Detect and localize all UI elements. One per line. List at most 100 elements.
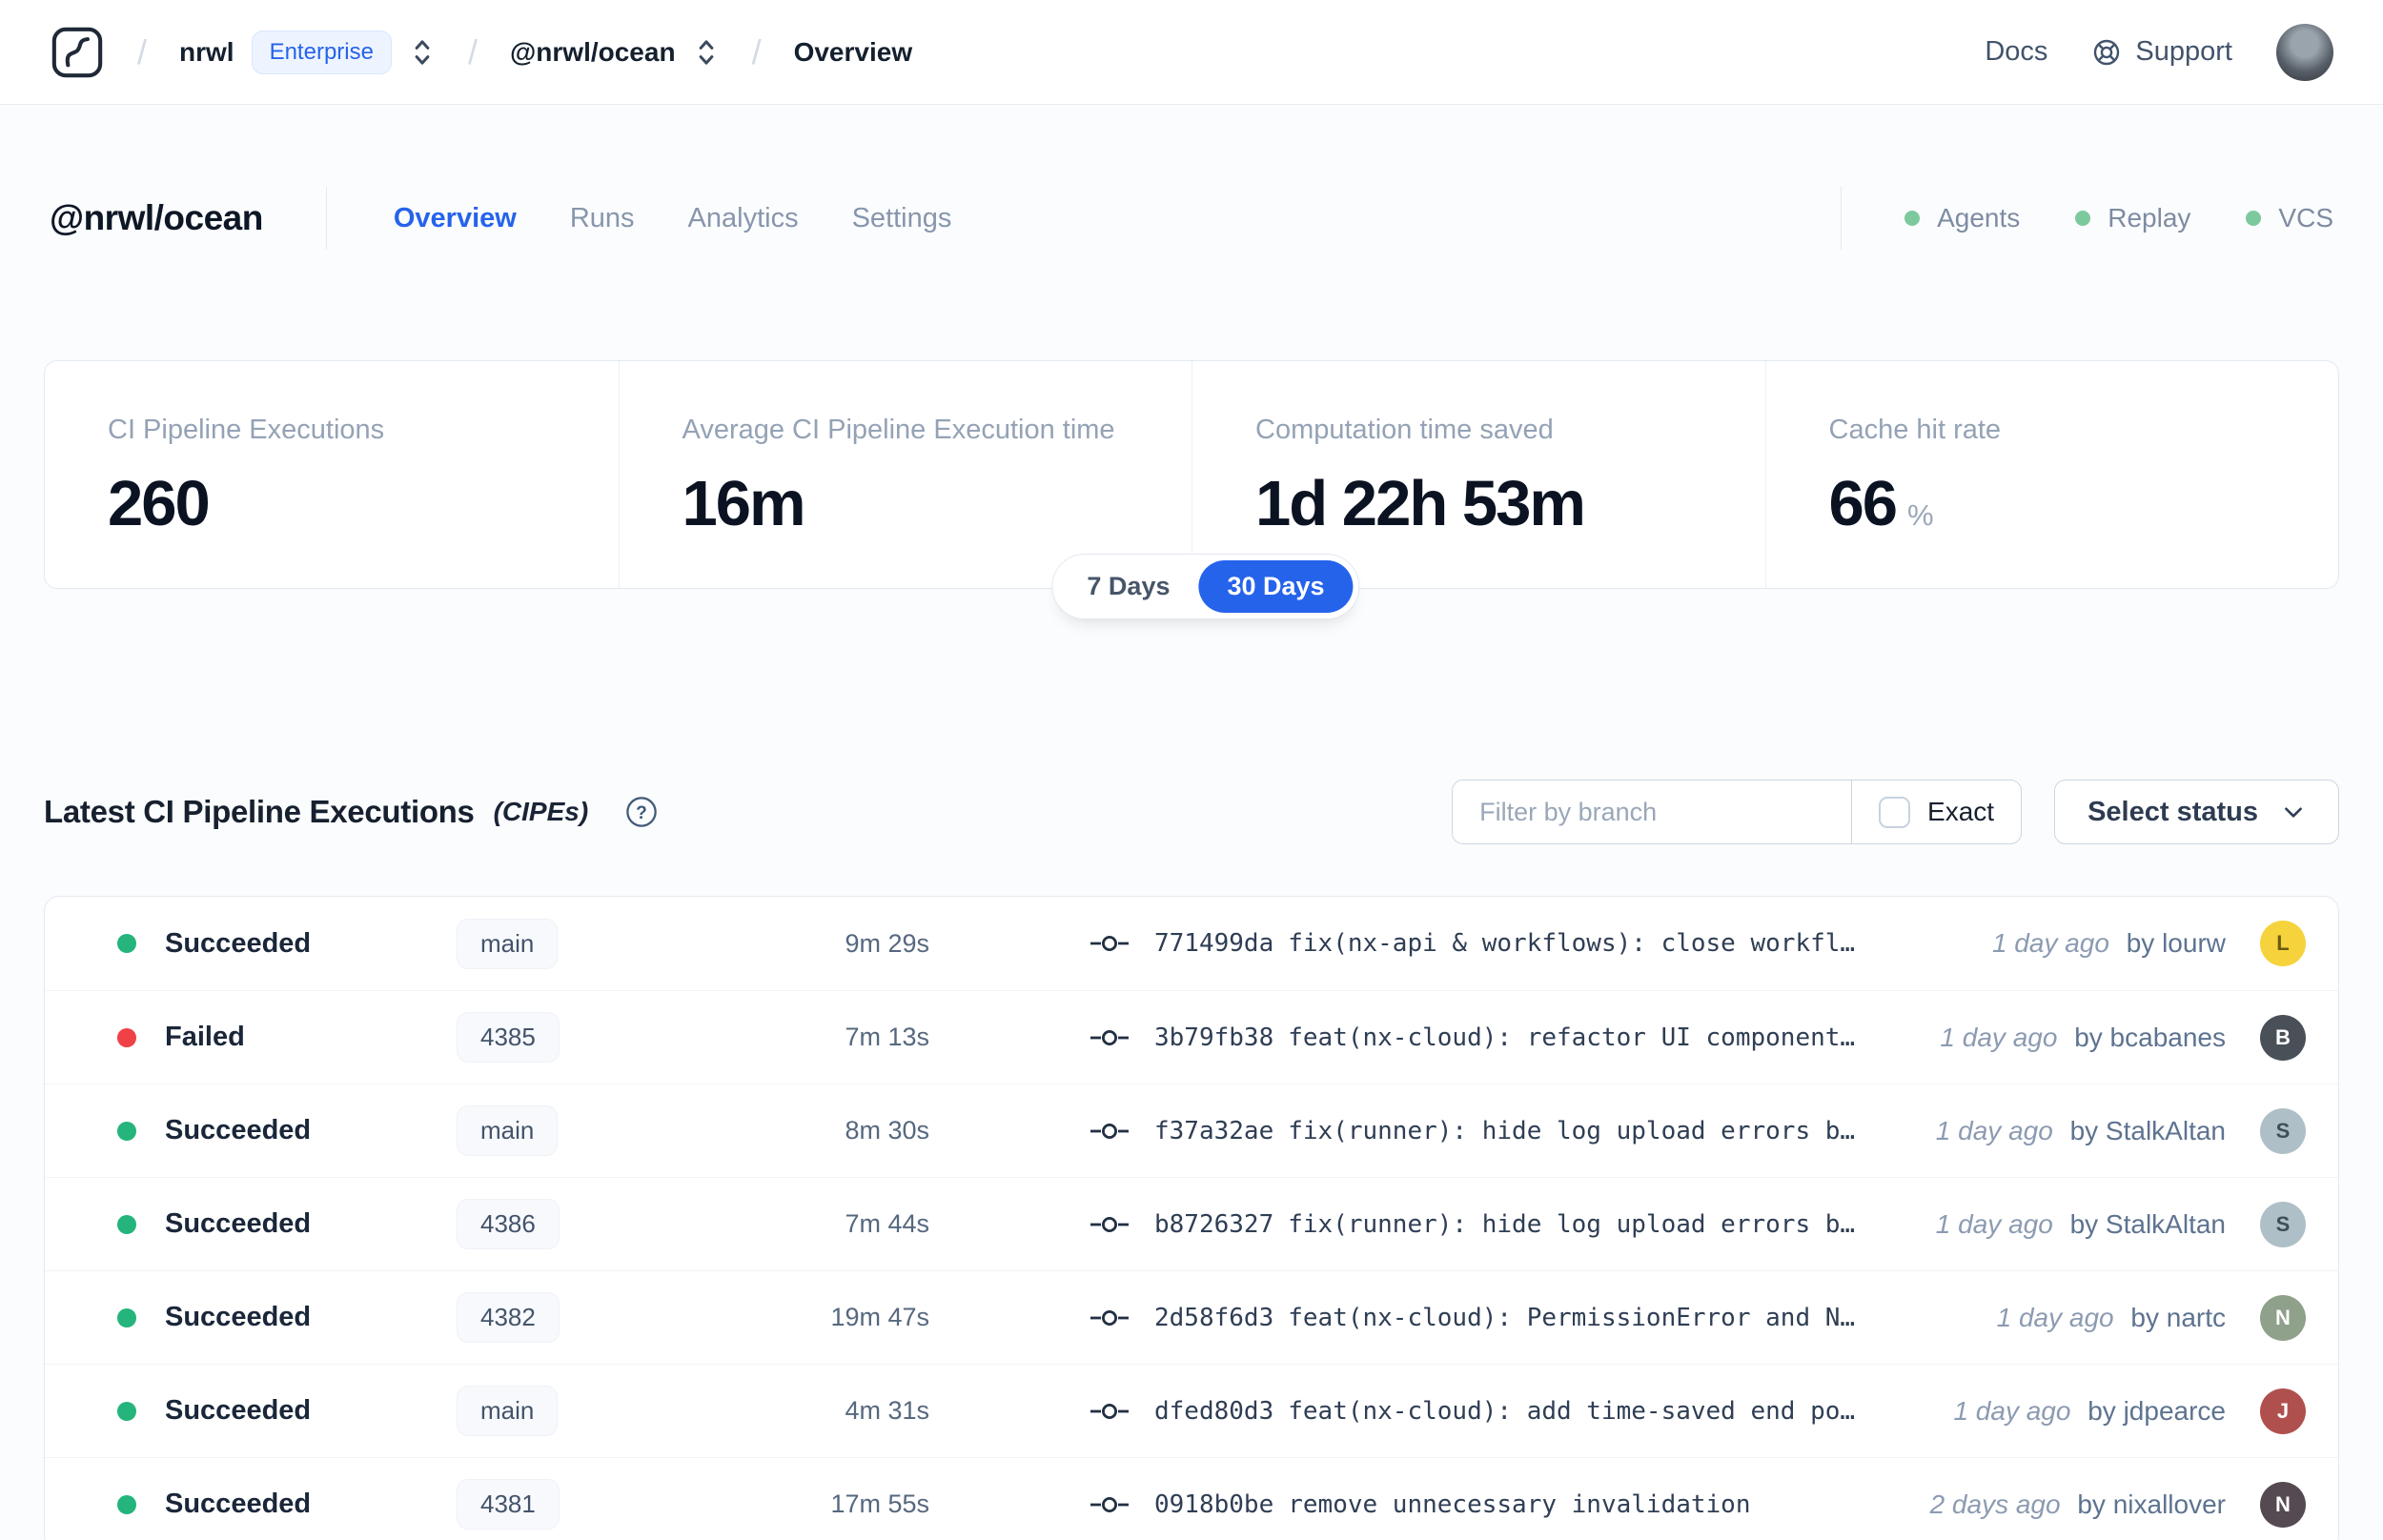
- toggle-7-days[interactable]: 7 Days: [1058, 560, 1198, 613]
- duration-cell: 8m 30s: [845, 1116, 929, 1145]
- workspace-selector-icon[interactable]: [693, 36, 720, 69]
- commit-message: fix(runner): hide log upload errors b…: [1288, 1116, 1856, 1145]
- indicator-vcs[interactable]: VCS: [2246, 203, 2333, 233]
- meta-cell: 1 day ago by bcabanes: [1940, 1023, 2251, 1053]
- exact-checkbox[interactable]: [1879, 796, 1911, 828]
- commit-hash: 3b79fb38: [1154, 1023, 1274, 1052]
- branch-cell: 4385: [430, 1012, 716, 1063]
- commit-cell[interactable]: 3b79fb38 feat(nx-cloud): refactor UI comp…: [977, 1023, 1940, 1052]
- author: by nartc: [2130, 1302, 2226, 1332]
- duration-cell: 4m 31s: [845, 1396, 929, 1425]
- breadcrumb-separator: /: [467, 31, 478, 71]
- status-label: Succeeded: [165, 1208, 312, 1239]
- status-label: Succeeded: [165, 1489, 312, 1519]
- meta-cell: 1 day ago by jdpearce: [1953, 1396, 2251, 1427]
- table-row[interactable]: Failed 4385 7m 13s 3b79fb38 feat(nx-cloud…: [45, 990, 2338, 1084]
- table-row[interactable]: Succeeded main 4m 31s dfed80d3 feat(nx-cl…: [45, 1364, 2338, 1457]
- commit-cell[interactable]: 2d58f6d3 feat(nx-cloud): PermissionError …: [977, 1304, 1997, 1332]
- svg-text:?: ?: [636, 803, 647, 823]
- time-ago: 1 day ago: [1935, 1208, 2053, 1239]
- avatar[interactable]: S: [2260, 1201, 2306, 1247]
- stat-ci-pipeline-executions: CI Pipeline Executions 260: [45, 361, 619, 588]
- git-commit-icon: [1090, 1496, 1129, 1512]
- status-dot-icon: [117, 1027, 136, 1047]
- commit-cell[interactable]: dfed80d3 feat(nx-cloud): add time-saved e…: [977, 1397, 1953, 1426]
- time-ago: 1 day ago: [1935, 1115, 2053, 1145]
- status-cell: Failed: [87, 1022, 430, 1053]
- support-link[interactable]: Support: [2091, 36, 2232, 68]
- commit-text: f37a32ae fix(runner): hide log upload err…: [1154, 1117, 1855, 1145]
- meta-cell: 1 day ago by StalkAltan: [1936, 1209, 2251, 1240]
- status-cell: Succeeded: [87, 1302, 430, 1333]
- tab-runs[interactable]: Runs: [570, 203, 635, 234]
- avatar-cell: S: [2251, 1201, 2338, 1247]
- toggle-30-days[interactable]: 30 Days: [1198, 560, 1354, 613]
- indicator-replay[interactable]: Replay: [2075, 203, 2190, 233]
- breadcrumb-workspace[interactable]: @nrwl/ocean: [510, 37, 676, 68]
- branch-badge: 4386: [457, 1199, 560, 1249]
- git-commit-icon: [1090, 1029, 1129, 1045]
- nx-cloud-logo[interactable]: [50, 25, 105, 80]
- commit-hash: b8726327: [1154, 1209, 1274, 1239]
- commit-hash: dfed80d3: [1154, 1396, 1274, 1426]
- select-status-dropdown[interactable]: Select status: [2054, 780, 2339, 844]
- avatar[interactable]: L: [2260, 921, 2306, 966]
- tab-analytics[interactable]: Analytics: [688, 203, 799, 234]
- stat-value: 1d 22h 53m: [1255, 468, 1586, 539]
- breadcrumb-page: Overview: [793, 36, 913, 67]
- meta-cell: 1 day ago by StalkAltan: [1936, 1116, 2251, 1146]
- author: by nixallover: [2077, 1489, 2226, 1519]
- avatar[interactable]: J: [2260, 1388, 2306, 1434]
- status-dot-icon: [117, 1121, 136, 1141]
- commit-cell[interactable]: 0918b0be remove unnecessary invalidation: [977, 1490, 1930, 1519]
- git-commit-icon: [1090, 1123, 1129, 1139]
- avatar-cell: B: [2251, 1014, 2338, 1061]
- status-label: Failed: [165, 1022, 245, 1052]
- user-avatar[interactable]: [2276, 23, 2333, 81]
- exact-toggle[interactable]: Exact: [1852, 780, 2021, 843]
- avatar[interactable]: N: [2260, 1481, 2306, 1528]
- commit-cell[interactable]: f37a32ae fix(runner): hide log upload err…: [977, 1117, 1936, 1145]
- table-row[interactable]: Succeeded 4382 19m 47s 2d58f6d3 feat(nx-c…: [45, 1270, 2338, 1364]
- commit-text: 771499da fix(nx-api & workflows): close w…: [1154, 929, 1855, 958]
- indicator-agents[interactable]: Agents: [1904, 203, 2020, 233]
- lifebuoy-icon: [2091, 37, 2122, 68]
- avatar-cell: J: [2251, 1388, 2338, 1434]
- branch-filter-input[interactable]: [1453, 780, 1852, 843]
- status-label: Succeeded: [165, 927, 312, 959]
- stat-label: CI Pipeline Executions: [108, 415, 385, 445]
- breadcrumb-org[interactable]: nrwl: [179, 37, 234, 68]
- branch-badge: 4385: [457, 1012, 560, 1063]
- status-dot-icon: [117, 1494, 136, 1514]
- table-row[interactable]: Succeeded main 9m 29s 771499da fix(nx-api…: [45, 897, 2338, 990]
- tab-overview[interactable]: Overview: [394, 203, 517, 234]
- green-dot-icon: [1904, 211, 1921, 226]
- docs-link[interactable]: Docs: [1985, 36, 2047, 68]
- git-commit-icon: [1090, 1216, 1129, 1232]
- stat-label: Cache hit rate: [1828, 415, 2002, 445]
- table-row[interactable]: Succeeded 4381 17m 55s 0918b0be remove un…: [45, 1457, 2338, 1540]
- breadcrumb-separator: /: [137, 31, 148, 71]
- author: by lourw: [2126, 928, 2226, 958]
- avatar[interactable]: S: [2260, 1107, 2306, 1154]
- workspace-tabs: Overview Runs Analytics Settings: [394, 203, 952, 234]
- branch-cell: main: [430, 918, 716, 969]
- org-selector-icon[interactable]: [409, 36, 436, 69]
- period-toggle: 7 Days 30 Days: [1051, 554, 1360, 619]
- table-row[interactable]: Succeeded 4386 7m 44s b8726327 fix(runner…: [45, 1177, 2338, 1270]
- table-row[interactable]: Succeeded main 8m 30s f37a32ae fix(runner…: [45, 1084, 2338, 1177]
- avatar[interactable]: N: [2260, 1294, 2306, 1341]
- commit-text: 0918b0be remove unnecessary invalidation: [1154, 1490, 1751, 1519]
- commit-text: 2d58f6d3 feat(nx-cloud): PermissionError …: [1154, 1304, 1855, 1332]
- branch-filter-group: Exact: [1452, 780, 2023, 844]
- commit-text: dfed80d3 feat(nx-cloud): add time-saved e…: [1154, 1397, 1855, 1426]
- commit-cell[interactable]: b8726327 fix(runner): hide log upload err…: [977, 1210, 1936, 1239]
- tab-settings[interactable]: Settings: [852, 203, 952, 234]
- commit-hash: 771499da: [1154, 929, 1274, 958]
- help-icon[interactable]: ?: [624, 795, 659, 829]
- author: by StalkAltan: [2069, 1115, 2226, 1145]
- avatar-cell: N: [2251, 1294, 2338, 1341]
- time-ago: 1 day ago: [1953, 1395, 2071, 1426]
- commit-cell[interactable]: 771499da fix(nx-api & workflows): close w…: [977, 929, 1992, 958]
- avatar[interactable]: B: [2260, 1014, 2306, 1061]
